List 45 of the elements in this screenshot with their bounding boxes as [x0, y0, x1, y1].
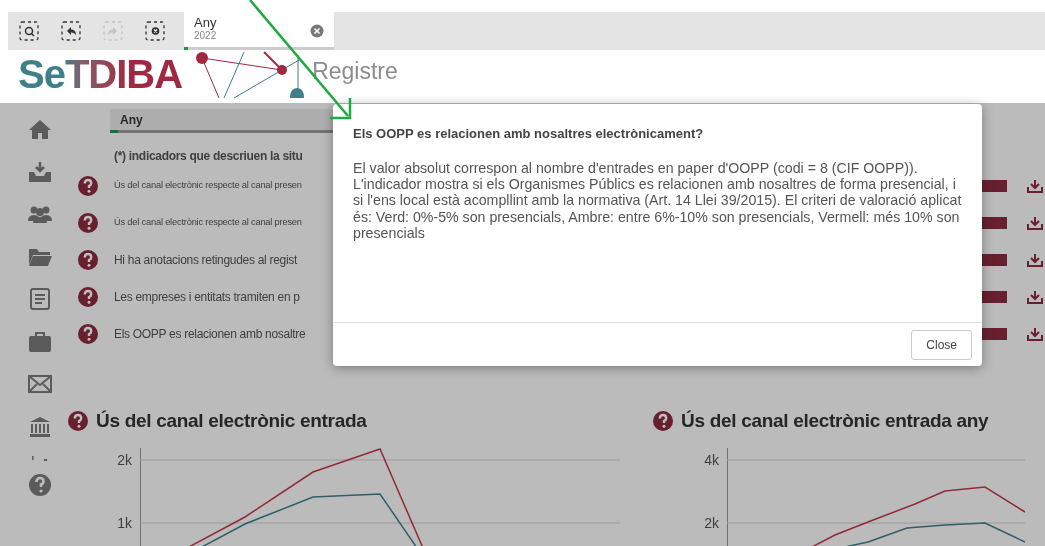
smart-search-icon [19, 21, 39, 41]
help-icon[interactable] [68, 411, 88, 431]
selection-tab[interactable]: Any 2022 [184, 12, 334, 50]
indicator-text: Els OOPP es relacionen amb nosaltre [114, 325, 307, 343]
clear-icon[interactable] [310, 24, 324, 38]
note-text: (*) indicadors que descriuen la situ [114, 148, 304, 165]
home-icon[interactable] [28, 118, 52, 141]
step-back-icon [61, 21, 81, 41]
inbox-download-icon[interactable] [28, 160, 52, 183]
briefcase-icon[interactable] [28, 330, 52, 353]
indicator-text: Ús del canal electrònic respecte al canal presen [114, 178, 303, 192]
step-forward-icon [103, 21, 123, 41]
selection-label: Any [194, 16, 217, 30]
dialog-text: El valor absolut correspon al nombre d'entrades en paper d'OOPP (codi = 8 (CIF OOPP)). L'indicador mostra si els Organismes Públics es relacionen amb nosaltres de forma presencial, i si l'ens local està acompllint amb la normativa (Art. 14 Llei 39/2015). El criteri de valoració aplicat és: Verd: 0%-5% son presencials, Ambre: entre 6%-10% son presencials, Vermell: més 10% son presencials [353, 159, 962, 244]
axis-label: 4k [704, 452, 719, 468]
help-icon[interactable] [78, 286, 98, 307]
close-button[interactable]: Close [911, 329, 972, 360]
envelope-icon[interactable] [28, 375, 52, 394]
clear-selections-icon [145, 21, 165, 41]
indicator-text: Les empreses i entitats tramiten en p [114, 288, 301, 306]
help-icon[interactable] [653, 411, 673, 431]
indicator-text: Ús del canal electrònic respecte al canal presen [114, 215, 303, 229]
chart-title: Ús del canal electrònic entrada [96, 408, 367, 433]
app-title: Registre [312, 57, 398, 86]
axis-label: 2k [704, 515, 719, 531]
help-icon[interactable] [78, 212, 98, 233]
download-icon[interactable] [1027, 252, 1043, 267]
axis-label: 1k [117, 515, 132, 531]
users-icon[interactable] [27, 205, 53, 224]
download-icon[interactable] [1027, 215, 1043, 230]
help-icon[interactable] [78, 249, 98, 270]
chart-title: Ús del canal electrònic entrada any [681, 408, 989, 433]
document-icon[interactable] [30, 288, 50, 311]
download-icon[interactable] [1027, 289, 1043, 304]
folder-icon[interactable] [28, 246, 52, 267]
download-icon[interactable] [1027, 326, 1043, 341]
dash-marks-icon[interactable] [31, 456, 49, 462]
bank-icon[interactable] [29, 415, 51, 438]
download-icon[interactable] [1027, 178, 1043, 193]
axis-label: 2k [117, 452, 132, 468]
help-icon[interactable] [78, 175, 98, 196]
help-icon[interactable] [28, 473, 52, 497]
help-icon[interactable] [78, 323, 98, 344]
selection-value: 2022 [194, 30, 217, 42]
indicator-text: Hi ha anotacions retingudes al regist [114, 251, 299, 269]
